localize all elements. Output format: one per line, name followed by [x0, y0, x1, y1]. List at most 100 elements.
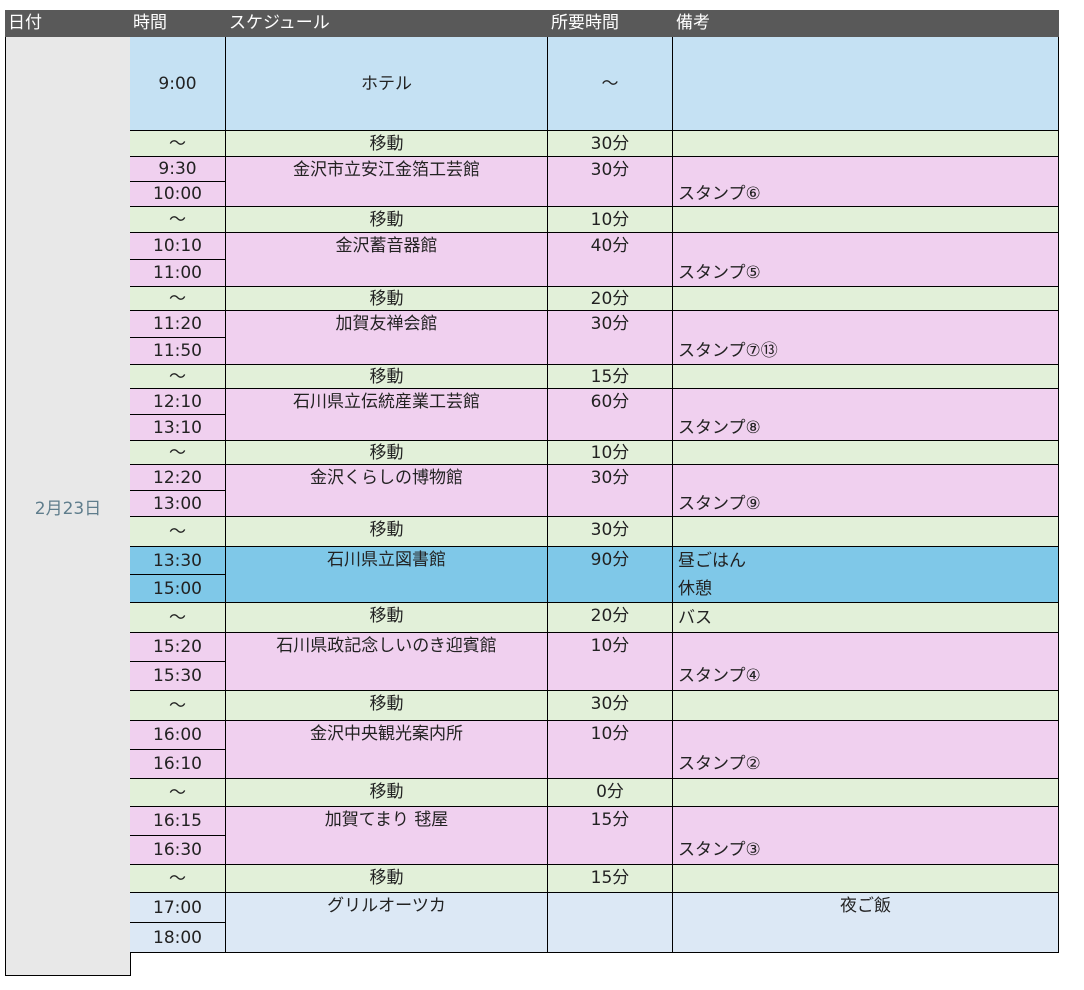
notes-cell	[673, 37, 1059, 131]
time-cell: 13:00	[130, 491, 226, 517]
move-label: 移動	[226, 691, 548, 721]
duration-cell: 40分	[548, 233, 673, 287]
notes-cell	[673, 131, 1059, 157]
place-name: 石川県立図書館	[226, 547, 548, 603]
move-label: 移動	[226, 603, 548, 633]
notes-cell	[673, 287, 1059, 311]
move-label: 移動	[226, 207, 548, 233]
date-cell: 2月23日	[5, 37, 131, 976]
notes-text: スタンプ③	[678, 840, 761, 860]
duration-cell: 0分	[548, 779, 673, 807]
place-name: ホテル	[226, 37, 548, 131]
duration-cell: 30分	[548, 157, 673, 207]
time-cell: ～	[130, 207, 226, 233]
duration-cell: ～	[548, 37, 673, 131]
header-duration: 所要時間	[548, 10, 673, 37]
time-cell: 16:10	[130, 750, 226, 779]
duration-cell: 15分	[548, 865, 673, 893]
move-label: 移動	[226, 365, 548, 389]
notes-cell: スタンプ⑥	[673, 157, 1059, 207]
notes-cell: スタンプ⑦⑬	[673, 311, 1059, 365]
duration-cell: 20分	[548, 287, 673, 311]
notes-text: 休憩	[678, 579, 712, 599]
place-name: 加賀てまり 毬屋	[226, 807, 548, 865]
duration-cell: 60分	[548, 389, 673, 441]
duration-cell: 30分	[548, 131, 673, 157]
notes-cell	[673, 779, 1059, 807]
time-cell: ～	[130, 287, 226, 311]
duration-cell: 15分	[548, 807, 673, 865]
duration-cell	[548, 893, 673, 953]
place-name: 金沢蓄音器館	[226, 233, 548, 287]
place-name: 金沢中央観光案内所	[226, 721, 548, 779]
time-cell: 18:00	[130, 923, 226, 953]
notes-text: スタンプ⑦⑬	[678, 341, 778, 361]
notes-cell: スタンプ⑨	[673, 465, 1059, 517]
time-cell: ～	[130, 131, 226, 157]
time-cell: 11:50	[130, 338, 226, 365]
notes-text: 昼ごはん	[678, 551, 746, 571]
notes-text: スタンプ⑤	[678, 263, 761, 283]
notes-cell	[673, 865, 1059, 893]
notes-cell	[673, 517, 1059, 547]
place-name: 石川県立伝統産業工芸館	[226, 389, 548, 441]
move-label: 移動	[226, 131, 548, 157]
duration-cell: 15分	[548, 365, 673, 389]
header-time: 時間	[130, 10, 226, 37]
time-cell: 10:10	[130, 233, 226, 260]
duration-cell: 20分	[548, 603, 673, 633]
move-label: 移動	[226, 441, 548, 465]
notes-cell	[673, 441, 1059, 465]
time-cell: ～	[130, 603, 226, 633]
time-cell: ～	[130, 691, 226, 721]
date-value: 2月23日	[34, 498, 102, 519]
header-notes: 備考	[673, 10, 1059, 37]
time-cell: 13:30	[130, 547, 226, 575]
time-cell: 10:00	[130, 182, 226, 207]
notes-text: スタンプ⑨	[678, 494, 761, 514]
notes-cell	[673, 365, 1059, 389]
notes-cell: バス	[673, 603, 1059, 633]
duration-cell: 10分	[548, 207, 673, 233]
duration-cell: 90分	[548, 547, 673, 603]
time-cell: 13:10	[130, 415, 226, 441]
notes-text: 夜ご飯	[840, 896, 891, 916]
place-name: グリルオーツカ	[226, 893, 548, 953]
time-cell: 15:30	[130, 662, 226, 691]
place-name: 石川県政記念しいのき迎賓館	[226, 633, 548, 691]
notes-text: スタンプ④	[678, 666, 761, 686]
notes-cell: スタンプ②	[673, 721, 1059, 779]
time-cell: ～	[130, 865, 226, 893]
notes-cell: 夜ご飯	[673, 893, 1059, 953]
duration-cell: 30分	[548, 465, 673, 517]
notes-cell: スタンプ④	[673, 633, 1059, 691]
notes-text: バス	[678, 608, 712, 628]
notes-cell: 昼ごはん 休憩	[673, 547, 1059, 603]
schedule-sheet: 日付 時間 スケジュール 所要時間 備考 2月23日 9:00 ホテル～～移動 30…	[0, 0, 1084, 990]
time-cell: 9:00	[130, 37, 226, 131]
duration-cell: 30分	[548, 311, 673, 365]
notes-cell	[673, 207, 1059, 233]
time-cell: 12:10	[130, 389, 226, 415]
duration-cell: 10分	[548, 441, 673, 465]
move-label: 移動	[226, 779, 548, 807]
notes-text: スタンプ⑥	[678, 184, 761, 204]
header-date: 日付	[5, 10, 130, 37]
move-label: 移動	[226, 287, 548, 311]
notes-cell	[673, 691, 1059, 721]
place-name: 加賀友禅会館	[226, 311, 548, 365]
notes-text: スタンプ⑧	[678, 418, 761, 438]
time-cell: 11:20	[130, 311, 226, 338]
time-cell: 11:00	[130, 260, 226, 287]
move-label: 移動	[226, 517, 548, 547]
notes-text: スタンプ②	[678, 754, 761, 774]
notes-cell: スタンプ⑤	[673, 233, 1059, 287]
header-schedule: スケジュール	[226, 10, 548, 37]
place-name: 金沢市立安江金箔工芸館	[226, 157, 548, 207]
move-label: 移動	[226, 865, 548, 893]
duration-cell: 30分	[548, 517, 673, 547]
duration-cell: 10分	[548, 633, 673, 691]
duration-cell: 10分	[548, 721, 673, 779]
time-cell: 16:00	[130, 721, 226, 750]
time-cell: ～	[130, 517, 226, 547]
